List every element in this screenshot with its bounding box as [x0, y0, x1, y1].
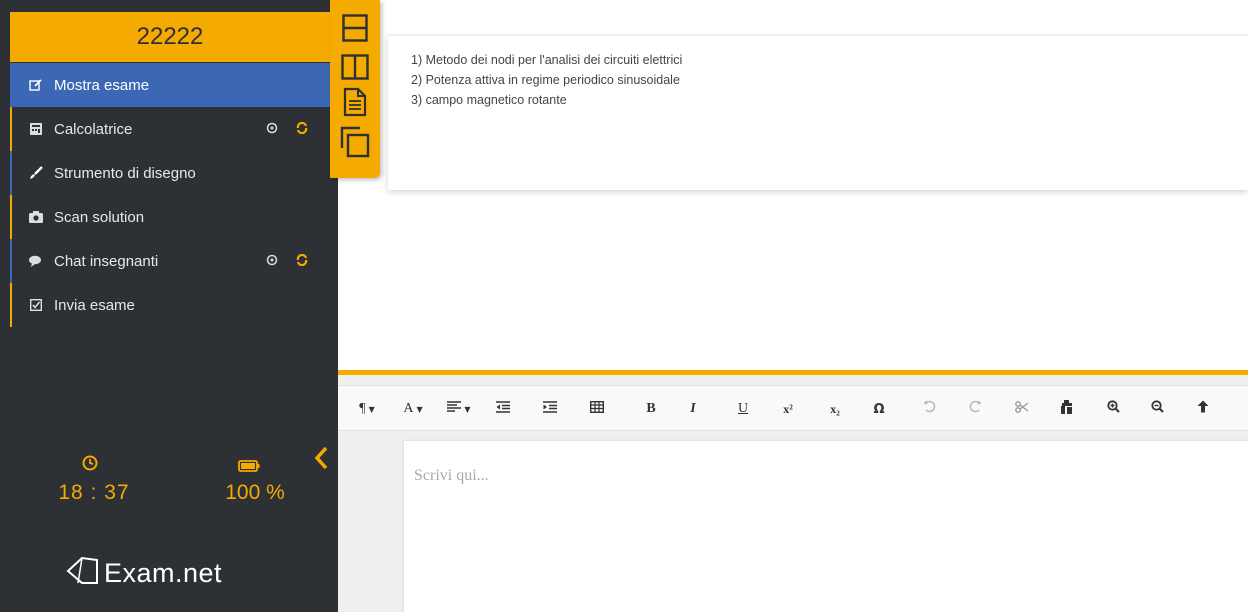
edit-icon: [28, 77, 44, 93]
sidebar-item-label: Mostra esame: [54, 76, 150, 94]
question-panel: 1) Metodo dei nodi per l'analisi dei cir…: [388, 35, 1248, 190]
sidebar-menu: Mostra esame Calcolatrice Strumento di d…: [10, 63, 330, 327]
copy-icon: [340, 126, 370, 163]
cut-button[interactable]: [1009, 386, 1035, 432]
layout-toolbar: [330, 0, 380, 178]
align-button[interactable]: ▼: [442, 386, 476, 432]
zoom-in-icon: [1106, 400, 1120, 418]
battery-icon: [238, 459, 260, 477]
underline-button[interactable]: U: [730, 386, 756, 432]
chevron-down-icon: ▼: [464, 404, 471, 414]
brush-icon: [28, 165, 44, 181]
logo-text: Exam.net: [104, 558, 223, 588]
paste-button[interactable]: [1054, 386, 1080, 432]
table-icon: [589, 400, 605, 418]
sidebar-item-label: Invia esame: [54, 296, 135, 314]
split-horizontal-button[interactable]: [340, 13, 370, 47]
redo-button[interactable]: [962, 386, 988, 432]
question-line: 1) Metodo dei nodi per l'analisi dei cir…: [411, 53, 683, 67]
special-char-button[interactable]: Ω: [866, 386, 892, 432]
exam-code: 22222: [10, 12, 330, 62]
split-vertical-button[interactable]: [340, 53, 370, 85]
editor-toolbar: ¶ ▼ A ▼ ▼ B I U x² x₂ Ω: [338, 385, 1248, 431]
exam-app: 22222 Mostra esame Calcolatrice Strument…: [0, 0, 1248, 612]
sidebar-item-chat-insegnanti[interactable]: Chat insegnanti: [10, 239, 330, 283]
calculator-icon: [28, 121, 44, 137]
item-actions: [266, 239, 308, 283]
zoom-out-icon: [1150, 400, 1164, 418]
paste-icon: [1060, 399, 1074, 419]
clock-time: 18 : 37: [58, 481, 130, 504]
target-icon[interactable]: [266, 121, 278, 138]
sidebar-item-invia-esame[interactable]: Invia esame: [10, 283, 330, 327]
paragraph-icon: ¶: [359, 401, 366, 416]
zoom-out-button[interactable]: [1144, 386, 1170, 432]
document-view-button[interactable]: [340, 87, 370, 122]
collapse-sidebar-icon[interactable]: [312, 445, 330, 476]
undo-icon: [923, 400, 936, 418]
question-line: 3) campo magnetico rotante: [411, 93, 567, 107]
status-panel: 18 : 37 100 %: [10, 445, 330, 525]
sidebar-item-strumento-di-disegno[interactable]: Strumento di disegno: [10, 151, 330, 195]
editor-placeholder: Scrivi qui...: [414, 467, 489, 484]
checkbox-icon: [28, 297, 44, 313]
exam-net-logo: Exam.net: [66, 555, 222, 592]
sidebar-item-label: Chat insegnanti: [54, 252, 159, 270]
scroll-up-button[interactable]: [1190, 386, 1216, 432]
indent-button[interactable]: [535, 386, 565, 432]
sidebar: 22222 Mostra esame Calcolatrice Strument…: [0, 0, 338, 612]
refresh-icon[interactable]: [296, 253, 308, 270]
refresh-icon[interactable]: [296, 121, 308, 138]
arrow-up-icon: [1197, 400, 1209, 418]
sidebar-item-scan-solution[interactable]: Scan solution: [10, 195, 330, 239]
italic-button[interactable]: I: [680, 386, 706, 432]
align-left-icon: [447, 401, 462, 417]
battery-level: 100 %: [225, 481, 285, 504]
redo-icon: [969, 400, 982, 418]
indent-icon: [543, 400, 557, 418]
chevron-down-icon: ▼: [416, 404, 423, 414]
sidebar-item-calcolatrice[interactable]: Calcolatrice: [10, 107, 330, 151]
answer-editor: ¶ ▼ A ▼ ▼ B I U x² x₂ Ω Scrivi qui...: [338, 375, 1248, 612]
paragraph-format-button[interactable]: ¶ ▼: [350, 386, 384, 432]
document-icon: [343, 87, 367, 122]
outdent-button[interactable]: [488, 386, 518, 432]
copy-view-button[interactable]: [340, 126, 370, 163]
undo-button[interactable]: [916, 386, 942, 432]
target-icon[interactable]: [266, 253, 278, 270]
sidebar-item-label: Scan solution: [54, 208, 145, 226]
question-line: 2) Potenza attiva in regime periodico si…: [411, 73, 680, 87]
item-actions: [266, 107, 308, 151]
split-horizontal-icon: [342, 13, 368, 47]
clock-icon: [82, 455, 98, 476]
outdent-icon: [496, 400, 510, 418]
font-icon: A: [403, 401, 414, 416]
chevron-down-icon: ▼: [368, 404, 375, 414]
editor-text-area[interactable]: Scrivi qui...: [404, 441, 1248, 612]
split-vertical-icon: [341, 53, 369, 85]
sidebar-item-label: Calcolatrice: [54, 120, 133, 138]
subscript-button[interactable]: x₂: [822, 386, 848, 432]
superscript-button[interactable]: x²: [775, 386, 801, 432]
table-button[interactable]: [582, 386, 612, 432]
sidebar-item-label: Strumento di disegno: [54, 164, 196, 182]
scissors-icon: [1015, 400, 1029, 418]
chat-icon: [28, 253, 44, 269]
sidebar-item-mostra-esame[interactable]: Mostra esame: [10, 63, 330, 107]
zoom-in-button[interactable]: [1100, 386, 1126, 432]
font-button[interactable]: A ▼: [396, 386, 430, 432]
bold-button[interactable]: B: [638, 386, 664, 432]
logo-icon: [66, 555, 100, 592]
camera-icon: [28, 209, 44, 225]
